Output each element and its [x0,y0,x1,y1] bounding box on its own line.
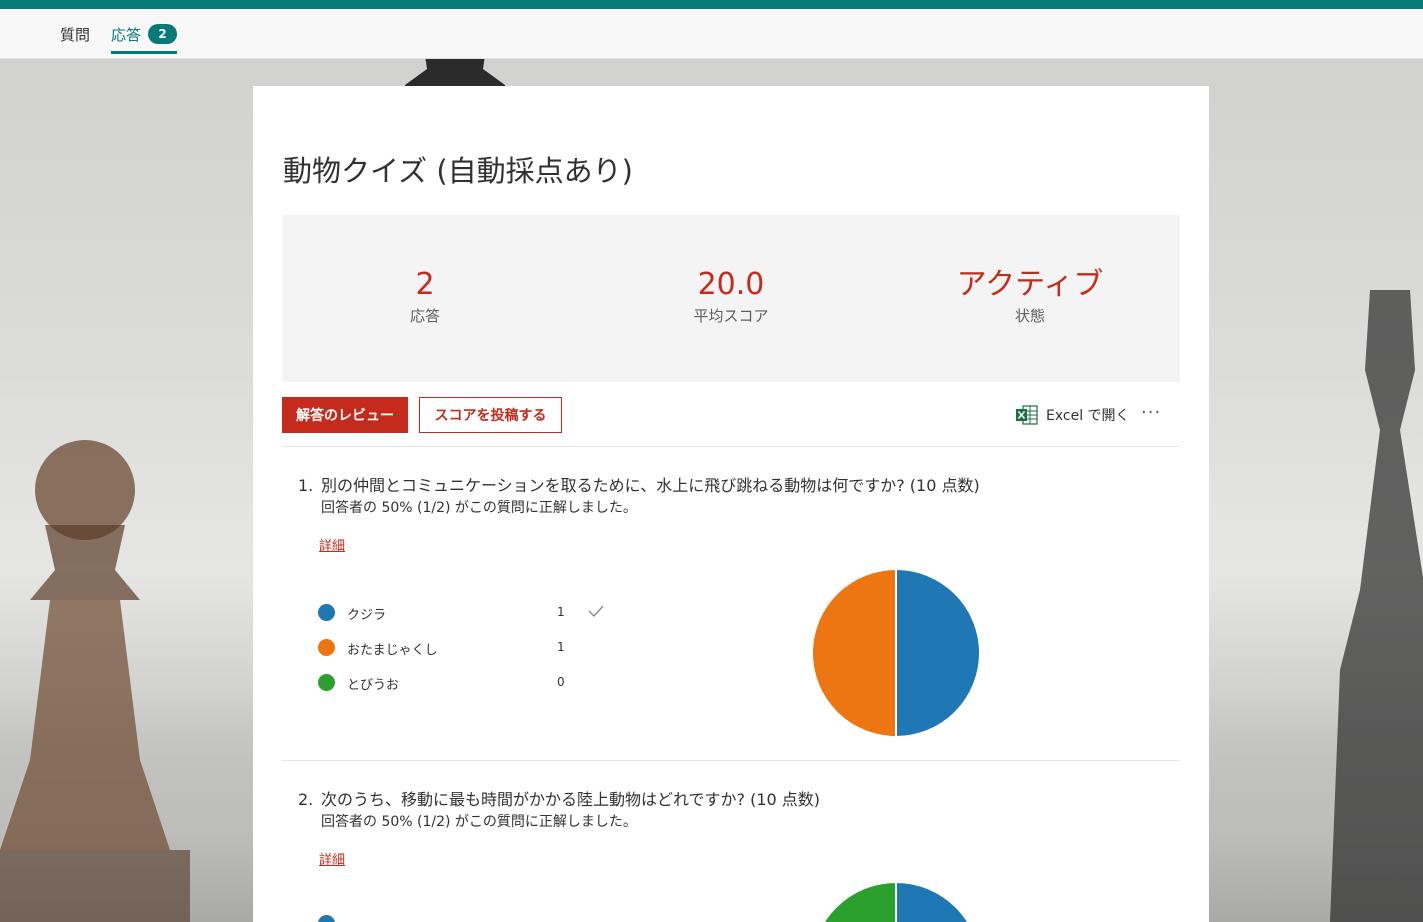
more-options-icon[interactable]: ··· [1141,402,1161,423]
stat-average-score-value: 20.0 [697,267,765,302]
question-1-text: 別の仲間とコミュニケーションを取るために、水上に飛び跳ねる動物は何ですか? (1… [321,476,980,495]
question-1-title: 1. 別の仲間とコミュニケーションを取るために、水上に飛び跳ねる動物は何ですか? … [298,472,980,496]
question-2-title: 2. 次のうち、移動に最も時間がかかる陸上動物はどれですか? (10 点数) [298,786,820,810]
legend-dot-blue [318,915,335,922]
question-2-summary: 回答者の 50% (1/2) がこの質問に正解しました。 [321,814,637,830]
post-scores-button[interactable]: スコアを投稿する [419,397,562,433]
stat-average-score: 20.0 平均スコア [631,267,831,326]
question-1-number: 1. [298,476,314,495]
legend-dot-green [318,674,335,691]
correct-check-icon [588,605,604,618]
stat-status-label: 状態 [1014,307,1045,325]
open-in-excel-label: Excel で開く [1046,408,1130,424]
stat-responses: 2 応答 [325,267,525,326]
top-navigation: 質問 応答 2 [0,9,1423,59]
legend-dot-orange [318,639,335,656]
stat-average-score-label: 平均スコア [693,307,769,325]
chess-piece-image [1330,290,1423,922]
chess-pawn-image [0,440,190,922]
summary-panel: 2 応答 20.0 平均スコア アクティブ 状態 [282,215,1180,382]
chess-piece-top-image [405,55,505,89]
excel-icon [1016,405,1038,425]
active-tab-indicator [111,51,178,54]
option-count: 0 [557,675,565,689]
stat-responses-value: 2 [415,267,435,302]
review-answers-button[interactable]: 解答のレビュー [282,397,408,433]
question-1-option-2: おたまじゃくし 1 [318,638,618,658]
question-1-details-link[interactable]: 詳細 [319,535,345,554]
question-1-option-3: とびうお 0 [318,673,618,693]
divider [282,760,1180,761]
pie-slice-green [822,881,897,922]
question-2-text: 次のうち、移動に最も時間がかかる陸上動物はどれですか? (10 点数) [321,790,821,809]
question-1-pie-chart [811,567,981,739]
option-label: とびうお [347,678,400,693]
option-count: 1 [557,605,565,619]
responses-card: 動物クイズ (自動採点あり) 2 応答 20.0 平均スコア アクティブ 状態 … [253,86,1209,922]
question-1-option-1: クジラ 1 [318,603,618,623]
option-label: おたまじゃくし [347,643,438,658]
open-in-excel-button[interactable]: Excel で開く [1016,404,1130,426]
option-count: 1 [557,640,565,654]
stat-status-value: アクティブ [956,267,1104,302]
tab-responses[interactable]: 応答 2 [111,9,178,59]
question-1-summary: 回答者の 50% (1/2) がこの質問に正解しました。 [321,500,637,516]
question-2-option-1 [318,914,618,922]
responses-count-badge: 2 [148,24,178,44]
pie-slice-1 [811,567,897,739]
option-label: クジラ [347,608,387,623]
top-accent-strip [0,0,1423,9]
form-title: 動物クイズ (自動採点あり) [283,154,633,188]
question-2-details-link[interactable]: 詳細 [319,849,345,868]
tab-questions-label: 質問 [60,25,91,44]
question-2-pie-chart [822,881,970,922]
tab-responses-label: 応答 [111,25,142,44]
stat-responses-label: 応答 [409,307,440,325]
pie-slice-blue [895,881,970,922]
tab-questions[interactable]: 質問 [60,9,90,59]
question-2-number: 2. [298,790,314,809]
legend-dot-blue [318,604,335,621]
pie-slice-0 [895,567,981,739]
divider [282,446,1180,447]
stat-status: アクティブ 状態 [930,267,1130,326]
